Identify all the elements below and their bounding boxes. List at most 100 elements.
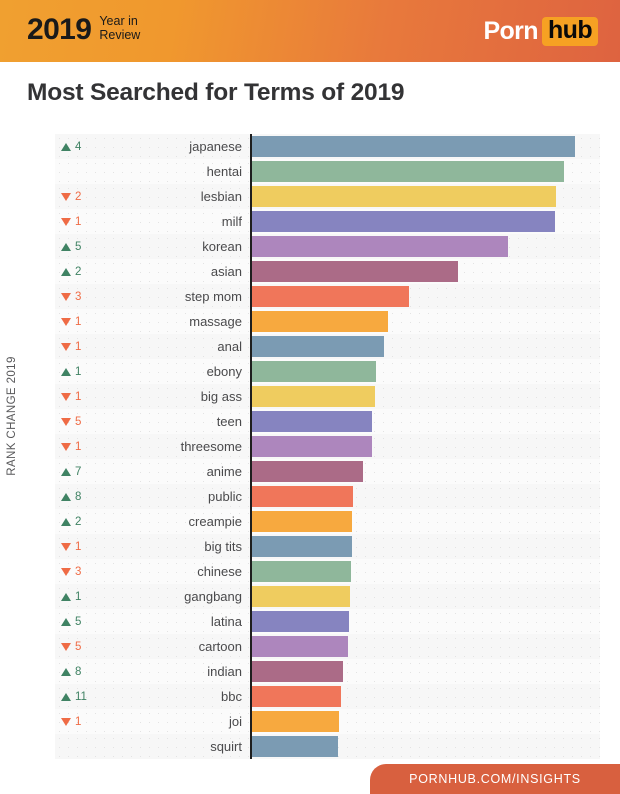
bar-cell (250, 659, 600, 684)
table-row: 5 latina (55, 609, 600, 634)
bar-cell (250, 359, 600, 384)
bar (252, 436, 372, 457)
search-term-label: creampie (188, 514, 242, 529)
rank-change-value: 1 (75, 715, 82, 728)
search-term-label: milf (221, 214, 242, 229)
table-row: 5 korean (55, 234, 600, 259)
rank-change-cell: 8 (55, 666, 109, 678)
table-row: 2 creampie (55, 509, 600, 534)
rank-up-arrow-icon (61, 267, 71, 276)
y-axis-title: RANK CHANGE 2019 (0, 134, 22, 759)
rank-change-value: 4 (75, 140, 82, 153)
bar-cell (250, 509, 600, 534)
table-row: 8 public (55, 484, 600, 509)
bar (252, 561, 351, 582)
rank-change-cell: 2 (55, 266, 109, 278)
rank-up-arrow-icon (61, 242, 71, 251)
bar-cell (250, 409, 600, 434)
logo-hub-text: hub (541, 17, 598, 46)
bar-chart: RANK CHANGE 2019 4 japanese hentai 2 lesbian… (0, 134, 620, 759)
search-term-label: chinese (197, 564, 242, 579)
table-row: 1 anal (55, 334, 600, 359)
bar-cell (250, 134, 600, 159)
rank-down-arrow-icon (61, 317, 71, 326)
bar (252, 411, 372, 432)
rank-change-value: 1 (75, 440, 82, 453)
search-term-label: big tits (204, 539, 242, 554)
search-term-label: cartoon (198, 639, 242, 654)
table-row: 11 bbc (55, 684, 600, 709)
rank-change-cell: 2 (55, 516, 109, 528)
search-term-label: lesbian (200, 189, 242, 204)
rank-change-cell: 1 (55, 341, 109, 353)
bar (252, 311, 388, 332)
bar-cell (250, 459, 600, 484)
rank-change-value: 3 (75, 290, 82, 303)
search-term-label: big ass (200, 389, 242, 404)
table-row: 8 indian (55, 659, 600, 684)
bar-cell (250, 384, 600, 409)
bar-cell (250, 559, 600, 584)
table-row: 1 big ass (55, 384, 600, 409)
rank-change-value: 5 (75, 640, 82, 653)
rank-change-cell: 1 (55, 591, 109, 603)
table-row: 1 milf (55, 209, 600, 234)
bar (252, 736, 338, 757)
search-term-label: squirt (210, 739, 242, 754)
rank-change-cell: 7 (55, 466, 109, 478)
rank-change-cell: 5 (55, 241, 109, 253)
table-row: 1 gangbang (55, 584, 600, 609)
bar (252, 636, 348, 657)
table-row: 2 asian (55, 259, 600, 284)
rank-change-cell: 1 (55, 216, 109, 228)
rank-up-arrow-icon (61, 467, 71, 476)
bar-cell (250, 484, 600, 509)
rank-down-arrow-icon (61, 642, 71, 651)
table-row: 3 chinese (55, 559, 600, 584)
rank-change-cell: 1 (55, 716, 109, 728)
bar (252, 386, 375, 407)
search-term-label: korean (202, 239, 242, 254)
rank-change-value: 2 (75, 265, 82, 278)
rank-change-value: 5 (75, 615, 82, 628)
rank-down-arrow-icon (61, 717, 71, 726)
rank-change-cell: 5 (55, 416, 109, 428)
rank-down-arrow-icon (61, 192, 71, 201)
bar-cell (250, 209, 600, 234)
table-row: 7 anime (55, 459, 600, 484)
year-in-review-subtitle: Year in Review (99, 14, 140, 42)
bar (252, 611, 349, 632)
rank-change-value: 8 (75, 490, 82, 503)
table-row: squirt (55, 734, 600, 759)
bar-cell (250, 534, 600, 559)
search-term-label: hentai (206, 164, 242, 179)
bar-cell (250, 259, 600, 284)
bar (252, 336, 384, 357)
pornhub-logo[interactable]: Porn hub (483, 17, 598, 46)
rank-up-arrow-icon (61, 142, 71, 151)
bar (252, 586, 350, 607)
table-row: 2 lesbian (55, 184, 600, 209)
rank-change-value: 3 (75, 565, 82, 578)
rank-down-arrow-icon (61, 342, 71, 351)
bar-cell (250, 434, 600, 459)
bar-cell (250, 184, 600, 209)
table-row: 1 joi (55, 709, 600, 734)
rank-change-cell: 3 (55, 291, 109, 303)
table-row: 1 threesome (55, 434, 600, 459)
rank-up-arrow-icon (61, 667, 71, 676)
rank-change-value: 2 (75, 515, 82, 528)
table-row: 3 step mom (55, 284, 600, 309)
search-term-label: bbc (221, 689, 242, 704)
rank-change-value: 5 (75, 415, 82, 428)
chart-rows: 4 japanese hentai 2 lesbian 1 milf 5 korean 2 asia… (55, 134, 600, 759)
page-header: 2019 Year in Review Porn hub (0, 0, 620, 62)
insights-url-band[interactable]: PORNHUB.COM/INSIGHTS (370, 764, 620, 794)
year-label: 2019 (27, 13, 92, 46)
bar (252, 661, 343, 682)
rank-change-cell: 8 (55, 491, 109, 503)
rank-up-arrow-icon (61, 592, 71, 601)
bar (252, 686, 341, 707)
rank-change-value: 1 (75, 590, 82, 603)
table-row: hentai (55, 159, 600, 184)
